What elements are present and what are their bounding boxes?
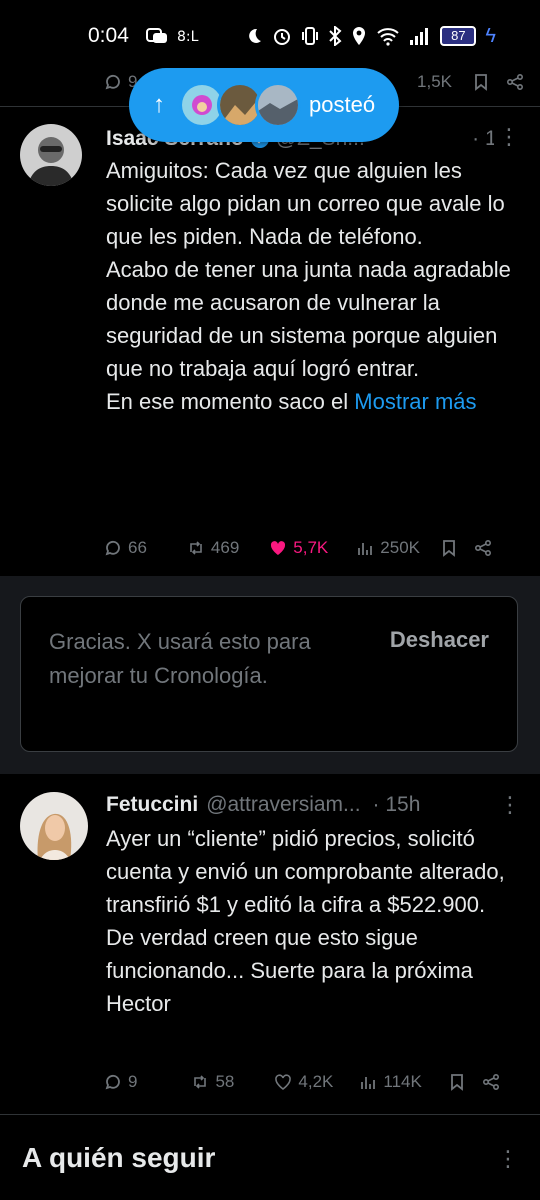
undo-button[interactable]: Deshacer <box>390 627 489 653</box>
views-count: 114K <box>383 1072 422 1091</box>
status-time: 0:04 <box>88 24 129 47</box>
retweet-count: 469 <box>210 538 240 557</box>
retweet-count: 58 <box>215 1072 235 1091</box>
pill-avatars <box>179 82 301 128</box>
divider <box>0 1114 540 1115</box>
views-icon <box>361 1077 376 1089</box>
share-icon <box>474 539 491 557</box>
retweet-button[interactable]: 469 <box>187 538 239 558</box>
status-bar: 0:04 8:L 87 ϟ <box>0 0 540 72</box>
alarm-icon <box>274 29 291 45</box>
battery-level: 87 <box>440 26 477 46</box>
retweet-button[interactable]: 58 <box>191 1072 234 1092</box>
feedback-message: Gracias. X usará esto para mejorar tu Cr… <box>49 629 311 688</box>
bookmark-button[interactable] <box>472 73 490 91</box>
reply-count: 9 <box>128 1072 138 1091</box>
bookmark-button[interactable] <box>440 539 458 557</box>
arrow-up-icon: ↑ <box>153 91 165 118</box>
tweet-actions: 9 58 4,2K 114K <box>104 1068 524 1096</box>
bookmark-icon <box>475 74 487 91</box>
tweet-body: Amiguitos: Cada vez que alguien les soli… <box>106 158 511 414</box>
tweet-time: · 15h <box>372 793 421 816</box>
reply-icon <box>105 74 120 90</box>
share-button[interactable] <box>482 1073 500 1091</box>
views-button[interactable]: 250K <box>356 538 420 558</box>
status-left-icons: 8:L <box>145 22 203 50</box>
like-button[interactable]: 4,2K <box>274 1072 333 1092</box>
bookmark-icon <box>450 1074 463 1091</box>
retweet-icon <box>190 541 202 555</box>
retweet-icon <box>194 1075 207 1089</box>
who-to-follow-title: A quién seguir <box>22 1142 216 1173</box>
messenger-icon <box>146 28 167 43</box>
show-more-link[interactable]: Mostrar más <box>354 389 476 414</box>
new-posts-pill[interactable]: ↑ posteó <box>129 68 399 142</box>
tweet-text: Ayer un “cliente” pidió precios, solicit… <box>106 826 505 1016</box>
vibrate-icon <box>302 27 319 45</box>
views-icon <box>358 543 373 555</box>
author-name[interactable]: Fetuccini <box>106 793 198 817</box>
avatar <box>20 124 82 186</box>
reply-count: 66 <box>128 538 147 557</box>
views-count: 1,5K <box>417 72 452 91</box>
wifi-icon <box>377 28 400 46</box>
share-icon <box>482 1073 499 1091</box>
tweet-text: Amiguitos: Cada vez que alguien les soli… <box>106 154 526 418</box>
reply-button[interactable]: 66 <box>104 538 147 558</box>
bookmark-icon <box>443 540 455 557</box>
svg-text:8:L: 8:L <box>177 29 199 45</box>
data-transfer-icon: 8:L <box>177 29 199 45</box>
views-count: 250K <box>380 538 420 557</box>
tweet-avatar[interactable] <box>20 792 88 860</box>
avatar <box>255 82 301 128</box>
more-options-button[interactable]: ⋮ <box>494 122 520 152</box>
avatar <box>20 792 88 860</box>
pill-label: posteó <box>309 92 376 117</box>
like-count: 5,7K <box>293 538 329 557</box>
more-options-button[interactable]: ⋮ <box>497 1146 519 1172</box>
tweet-avatar[interactable] <box>20 124 82 186</box>
tweet-header: Fetuccini @attraversiam... · 15h ⋮ <box>106 790 521 820</box>
heart-filled-icon <box>271 541 286 555</box>
status-right-icons: 87 ϟ <box>245 22 496 50</box>
like-count: 4,2K <box>298 1072 334 1091</box>
reply-button[interactable]: 9 <box>104 1072 137 1092</box>
share-icon <box>506 73 524 91</box>
share-button[interactable] <box>474 539 492 557</box>
do-not-disturb-icon <box>249 28 262 43</box>
reply-icon <box>105 1074 120 1090</box>
views-button[interactable]: 114K <box>359 1072 422 1092</box>
bluetooth-icon <box>329 26 342 46</box>
bookmark-button[interactable] <box>448 1073 466 1091</box>
more-options-button[interactable]: ⋮ <box>499 792 521 818</box>
views-button[interactable]: 1,5K <box>417 72 452 92</box>
heart-icon <box>275 1074 292 1090</box>
share-button[interactable] <box>506 73 524 91</box>
signal-icon <box>410 28 429 45</box>
feedback-card: Gracias. X usará esto para mejorar tu Cr… <box>20 596 518 752</box>
author-handle[interactable]: @attraversiam... <box>206 793 360 817</box>
like-button[interactable]: 5,7K <box>269 538 328 558</box>
tweet-actions: 66 469 5,7K 250K <box>104 534 524 562</box>
more-icon: ⋮ <box>498 124 520 149</box>
location-icon <box>353 27 366 45</box>
reply-icon <box>105 540 120 556</box>
charging-icon: ϟ <box>485 24 496 47</box>
